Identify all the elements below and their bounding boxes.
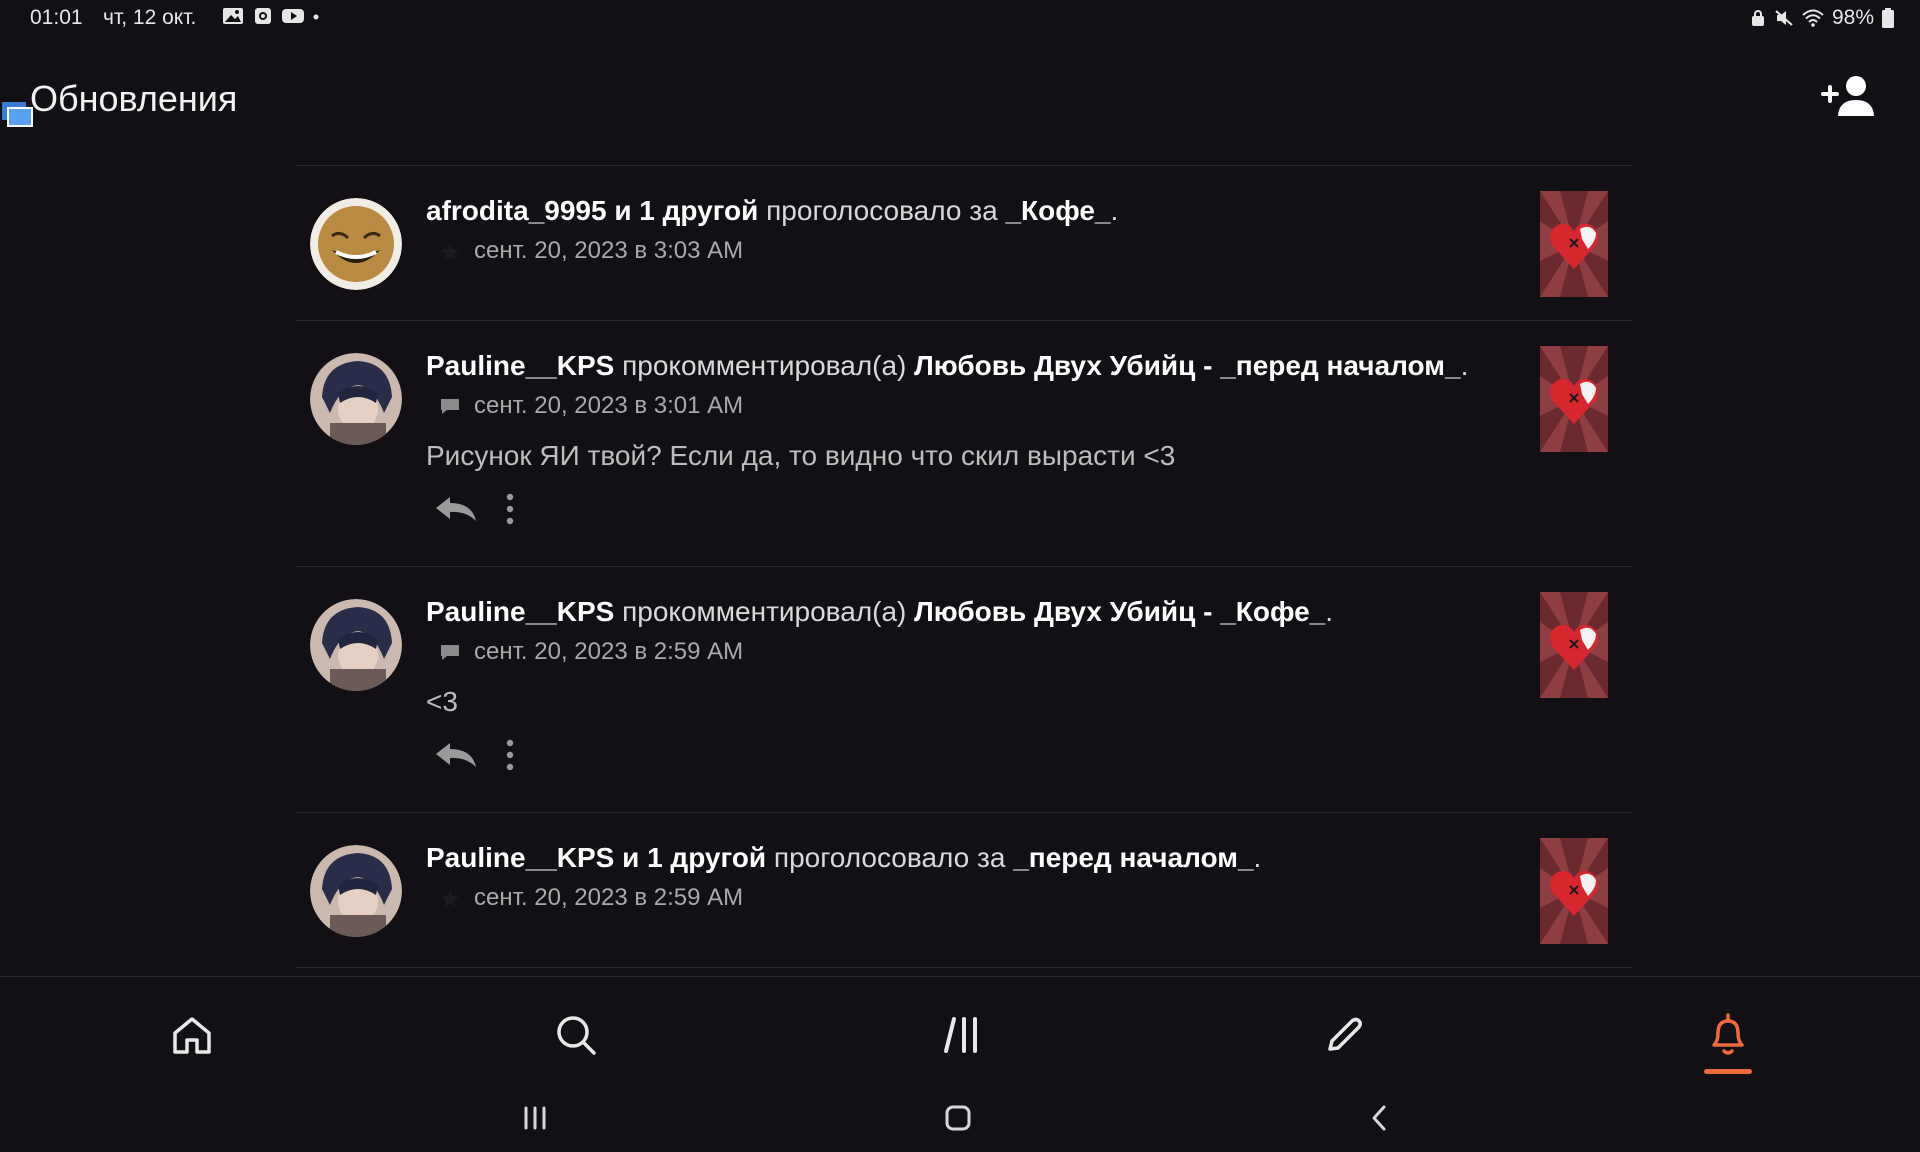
page-title: Обновления [30, 78, 238, 119]
dot-icon [313, 14, 319, 20]
add-user-icon[interactable] [1820, 72, 1880, 122]
feed-meta: сент. 20, 2023 в 2:59 AM [426, 884, 1492, 912]
feed-meta: сент. 20, 2023 в 2:59 AM [426, 638, 1492, 666]
timestamp: сент. 20, 2023 в 2:59 AM [474, 884, 744, 911]
write-icon [1328, 1017, 1363, 1051]
vote-star-icon [441, 243, 459, 260]
nav-library[interactable] [932, 1005, 992, 1065]
headline-end: . [1325, 596, 1334, 627]
battery-percent: 98% [1831, 6, 1874, 29]
feed-item[interactable]: afrodita_9995 и 1 другой проголосовало з… [296, 166, 1632, 321]
anime-girl-avatar[interactable] [310, 353, 402, 445]
feed-item[interactable]: Pauline__KPS и 1 другой проголосовало за… [296, 813, 1632, 968]
home-circle-icon [945, 1105, 971, 1131]
feed-item[interactable]: Pauline__KPS прокомментировал(а) Любовь … [296, 567, 1632, 813]
more-options-icon[interactable] [502, 737, 518, 773]
more-options-icon[interactable] [502, 491, 518, 527]
comment-text: Рисунок ЯИ твой? Если да, то видно что с… [426, 440, 1176, 471]
target-link[interactable]: Любовь Двух Убийц - _Кофе_ [914, 596, 1325, 627]
window-switch-icon[interactable] [0, 100, 34, 130]
camera-icon [255, 8, 271, 24]
comment-icon [441, 645, 459, 660]
feed-meta: сент. 20, 2023 в 3:01 AM [426, 392, 1492, 420]
headline-end: . [1460, 350, 1469, 381]
home-icon [173, 1017, 211, 1054]
action-text: прокомментировал(а) [614, 350, 915, 381]
feed-headline: Pauline__KPS и 1 другой проголосовало за… [426, 841, 1492, 875]
recent-apps-button[interactable] [510, 1098, 560, 1138]
feed-meta: сент. 20, 2023 в 3:03 AM [426, 237, 1492, 265]
laughing-face-avatar[interactable] [310, 198, 402, 290]
headline-end: . [1253, 842, 1262, 873]
wifi-icon [1802, 9, 1824, 27]
youtube-icon [282, 9, 304, 23]
bottom-navigation [0, 976, 1920, 1087]
feed-item-content: Pauline__KPS и 1 другой проголосовало за… [426, 841, 1492, 912]
feed-item-content: Pauline__KPS прокомментировал(а) Любовь … [426, 349, 1492, 472]
vote-star-icon [441, 890, 459, 907]
reply-icon[interactable] [432, 493, 482, 525]
anime-girl-avatar[interactable] [310, 845, 402, 937]
actor-link[interactable]: Pauline__KPS [426, 350, 614, 381]
gallery-icon [223, 8, 243, 24]
back-icon [1372, 1105, 1386, 1131]
battery-icon [1882, 8, 1894, 28]
target-link[interactable]: Любовь Двух Убийц - _перед началом_ [914, 350, 1460, 381]
app-header: Обновления [0, 60, 1920, 140]
action-text: проголосовало за [766, 842, 1014, 873]
story-cover-thumbnail[interactable] [1540, 191, 1608, 297]
actor-link[interactable]: Pauline__KPS и 1 другой [426, 842, 766, 873]
reply-icon[interactable] [432, 739, 482, 771]
status-left-icons [222, 7, 320, 25]
back-system-button[interactable] [1355, 1098, 1405, 1138]
feed-item-content: afrodita_9995 и 1 другой проголосовало з… [426, 194, 1492, 265]
feed-item-content: Pauline__KPS прокомментировал(а) Любовь … [426, 595, 1492, 718]
home-system-button[interactable] [933, 1098, 983, 1138]
search-icon [557, 1016, 596, 1055]
comment-actions [426, 737, 518, 773]
feed-headline: Pauline__KPS прокомментировал(а) Любовь … [426, 349, 1492, 383]
feed-headline: Pauline__KPS прокомментировал(а) Любовь … [426, 595, 1492, 629]
timestamp: сент. 20, 2023 в 2:59 AM [474, 638, 744, 665]
library-icon [944, 1017, 977, 1053]
story-cover-thumbnail[interactable] [1540, 838, 1608, 944]
feed-item[interactable]: Pauline__KPS прокомментировал(а) Любовь … [296, 321, 1632, 567]
nav-home[interactable] [162, 1005, 222, 1065]
nav-notifications[interactable] [1698, 1005, 1758, 1065]
notifications-feed: afrodita_9995 и 1 другой проголосовало з… [296, 165, 1632, 976]
story-cover-thumbnail[interactable] [1540, 592, 1608, 698]
target-link[interactable]: _Кофе_ [1005, 195, 1110, 226]
status-time: 01:01 [30, 6, 83, 29]
notifications-icon [1712, 1013, 1744, 1055]
comment-actions [426, 491, 518, 527]
status-right: 98% [1750, 6, 1894, 30]
status-date: чт, 12 окт. [103, 6, 197, 29]
timestamp: сент. 20, 2023 в 3:01 AM [474, 392, 744, 419]
lock-icon [1751, 10, 1764, 26]
actor-link[interactable]: Pauline__KPS [426, 596, 614, 627]
status-bar: 01:01 чт, 12 окт. 98% [0, 0, 1920, 34]
action-text: проголосовало за [758, 195, 1006, 226]
story-cover-thumbnail[interactable] [1540, 346, 1608, 452]
recent-apps-icon [524, 1106, 546, 1130]
headline-end: . [1110, 195, 1119, 226]
nav-search[interactable] [546, 1005, 606, 1065]
mute-icon [1775, 10, 1793, 26]
feed-headline: afrodita_9995 и 1 другой проголосовало з… [426, 194, 1492, 228]
timestamp: сент. 20, 2023 в 3:03 AM [474, 237, 744, 264]
comment-icon [441, 399, 459, 414]
anime-girl-avatar[interactable] [310, 599, 402, 691]
comment-text: <3 [426, 686, 458, 717]
active-tab-indicator [1704, 1069, 1752, 1074]
action-text: прокомментировал(а) [614, 596, 915, 627]
target-link[interactable]: _перед началом_ [1013, 842, 1253, 873]
system-navigation [0, 1086, 1920, 1152]
nav-write[interactable] [1314, 1005, 1374, 1065]
actor-link[interactable]: afrodita_9995 и 1 другой [426, 195, 758, 226]
